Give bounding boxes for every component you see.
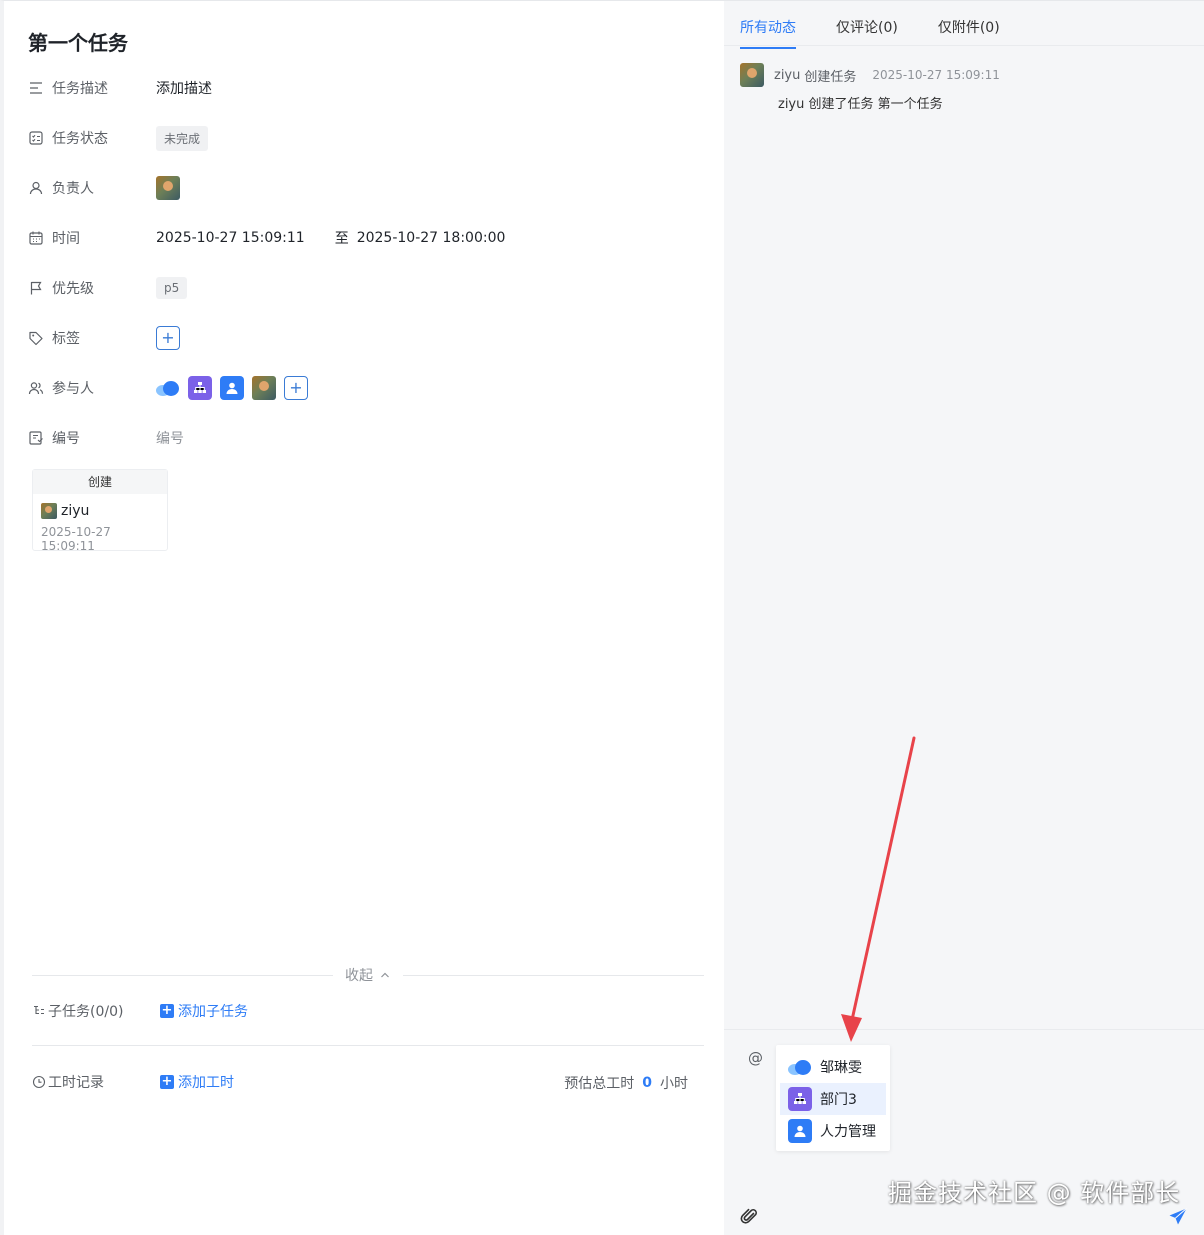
plus-square-icon: + bbox=[160, 1003, 174, 1018]
number-input[interactable]: 编号 bbox=[156, 428, 184, 448]
cloud-avatar-icon bbox=[788, 1055, 812, 1079]
activity-action: 创建任务 bbox=[804, 69, 857, 85]
estimate-label: 预估总工时 bbox=[564, 1076, 635, 1092]
task-title[interactable]: 第一个任务 bbox=[28, 27, 128, 56]
assignee-avatar[interactable] bbox=[156, 176, 180, 200]
mention-option-label: 邹琳雯 bbox=[820, 1060, 862, 1076]
creator-name: ziyu bbox=[61, 503, 90, 519]
worklog-label: 工时记录 bbox=[48, 1075, 104, 1091]
number-icon bbox=[29, 431, 43, 445]
add-subtask-label: 添加子任务 bbox=[178, 1004, 248, 1020]
participants-label: 参与人 bbox=[52, 381, 94, 397]
activity-time: 2025-10-27 15:09:11 bbox=[872, 68, 1000, 82]
org-avatar-icon bbox=[788, 1087, 812, 1111]
collapse-label: 收起 bbox=[345, 968, 373, 984]
collapse-divider: 收起 bbox=[32, 961, 704, 989]
participant-org-avatar[interactable] bbox=[188, 376, 212, 400]
flag-icon bbox=[30, 281, 42, 295]
description-label: 任务描述 bbox=[52, 81, 108, 97]
activity-entry: ziyu 创建任务 2025-10-27 15:09:11 ziyu 创建了任务… bbox=[740, 63, 1180, 112]
collapse-toggle[interactable]: 收起 bbox=[333, 965, 403, 985]
end-time[interactable]: 2025-10-27 18:00:00 bbox=[357, 230, 506, 246]
add-subtask-button[interactable]: + 添加子任务 bbox=[160, 1001, 248, 1021]
created-time: 2025-10-27 15:09:11 bbox=[41, 525, 111, 553]
time-label: 时间 bbox=[52, 231, 80, 247]
created-header: 创建 bbox=[33, 470, 167, 494]
mention-option-label: 人力管理 bbox=[820, 1124, 876, 1140]
tags-label: 标签 bbox=[52, 331, 80, 347]
add-worklog-button[interactable]: + 添加工时 bbox=[160, 1072, 234, 1092]
created-info-card: 创建 ziyu 2025-10-27 15:09:11 bbox=[32, 469, 168, 553]
org-chart-icon bbox=[194, 382, 206, 393]
status-badge[interactable]: 未完成 bbox=[156, 125, 209, 151]
plus-square-icon: + bbox=[160, 1074, 174, 1089]
field-priority: 优先级 p5 bbox=[28, 273, 688, 303]
estimate-unit: 小时 bbox=[660, 1076, 688, 1092]
person-avatar-icon bbox=[788, 1119, 812, 1143]
watermark-text: 掘金技术社区 @ 软件部长 bbox=[888, 1179, 1181, 1207]
clock-icon bbox=[32, 1075, 46, 1089]
participant-person-avatar[interactable] bbox=[220, 376, 244, 400]
mention-option-label: 部门3 bbox=[820, 1092, 857, 1108]
number-label: 编号 bbox=[52, 431, 80, 447]
checklist-icon bbox=[29, 131, 43, 145]
activity-body: ziyu 创建了任务 第一个任务 bbox=[778, 97, 943, 112]
status-label: 任务状态 bbox=[52, 131, 108, 147]
field-status: 任务状态 未完成 bbox=[28, 123, 688, 153]
mention-trigger[interactable]: @ bbox=[748, 1049, 763, 1067]
subtasks-label: 子任务(0/0) bbox=[48, 1004, 124, 1020]
field-tags: 标签 + bbox=[28, 323, 688, 353]
participant-user-avatar[interactable] bbox=[252, 376, 276, 400]
org-chart-icon bbox=[794, 1093, 806, 1104]
users-icon bbox=[28, 382, 44, 395]
add-worklog-label: 添加工时 bbox=[178, 1075, 234, 1091]
person-icon bbox=[226, 382, 238, 394]
user-icon bbox=[29, 181, 43, 195]
paperclip-icon[interactable] bbox=[740, 1207, 760, 1227]
creator-avatar bbox=[41, 503, 57, 519]
estimate-value: 0 bbox=[642, 1075, 652, 1091]
align-left-icon bbox=[30, 82, 42, 94]
field-time: 时间 2025-10-27 15:09:11 至 2025-10-27 18:0… bbox=[28, 223, 688, 253]
field-description: 任务描述 添加描述 bbox=[28, 73, 688, 103]
tag-icon bbox=[29, 331, 43, 346]
chevron-up-icon bbox=[381, 972, 389, 978]
activity-user: ziyu bbox=[774, 67, 801, 83]
calendar-icon bbox=[29, 231, 43, 245]
start-time[interactable]: 2025-10-27 15:09:11 bbox=[156, 230, 305, 246]
time-separator: 至 bbox=[334, 231, 349, 247]
subtasks-section: 子任务(0/0) + 添加子任务 bbox=[32, 997, 692, 1025]
mention-option-dept3[interactable]: 部门3 bbox=[780, 1083, 886, 1115]
add-tag-button[interactable]: + bbox=[156, 326, 180, 350]
mention-dropdown: 邹琳雯 部门3 人力管理 bbox=[776, 1045, 890, 1151]
priority-label: 优先级 bbox=[52, 281, 94, 297]
field-assignee: 负责人 bbox=[28, 173, 688, 203]
participant-cloud-avatar[interactable] bbox=[156, 376, 180, 400]
activity-avatar bbox=[740, 63, 764, 87]
assignee-label: 负责人 bbox=[52, 181, 94, 197]
priority-badge[interactable]: p5 bbox=[156, 277, 188, 299]
task-detail-pane: 第一个任务 任务描述 添加描述 任务状态 未完成 负责人 时间 2025-10-… bbox=[0, 0, 724, 1235]
mention-option-zoulinwen[interactable]: 邹琳雯 bbox=[780, 1051, 886, 1083]
subtask-icon bbox=[34, 1005, 44, 1015]
mention-option-hr[interactable]: 人力管理 bbox=[780, 1115, 886, 1147]
estimated-hours: 预估总工时 0 小时 bbox=[564, 1073, 688, 1093]
field-number: 编号 编号 bbox=[28, 423, 688, 453]
send-icon[interactable] bbox=[1168, 1207, 1188, 1227]
person-icon bbox=[794, 1125, 806, 1137]
add-participant-button[interactable]: + bbox=[284, 376, 308, 400]
activity-panel: 所有动态 仅评论(0) 仅附件(0) ziyu 创建任务 2025-10-27 … bbox=[724, 0, 1204, 1235]
field-participants: 参与人 + bbox=[28, 373, 688, 403]
add-description-link[interactable]: 添加描述 bbox=[156, 78, 212, 98]
